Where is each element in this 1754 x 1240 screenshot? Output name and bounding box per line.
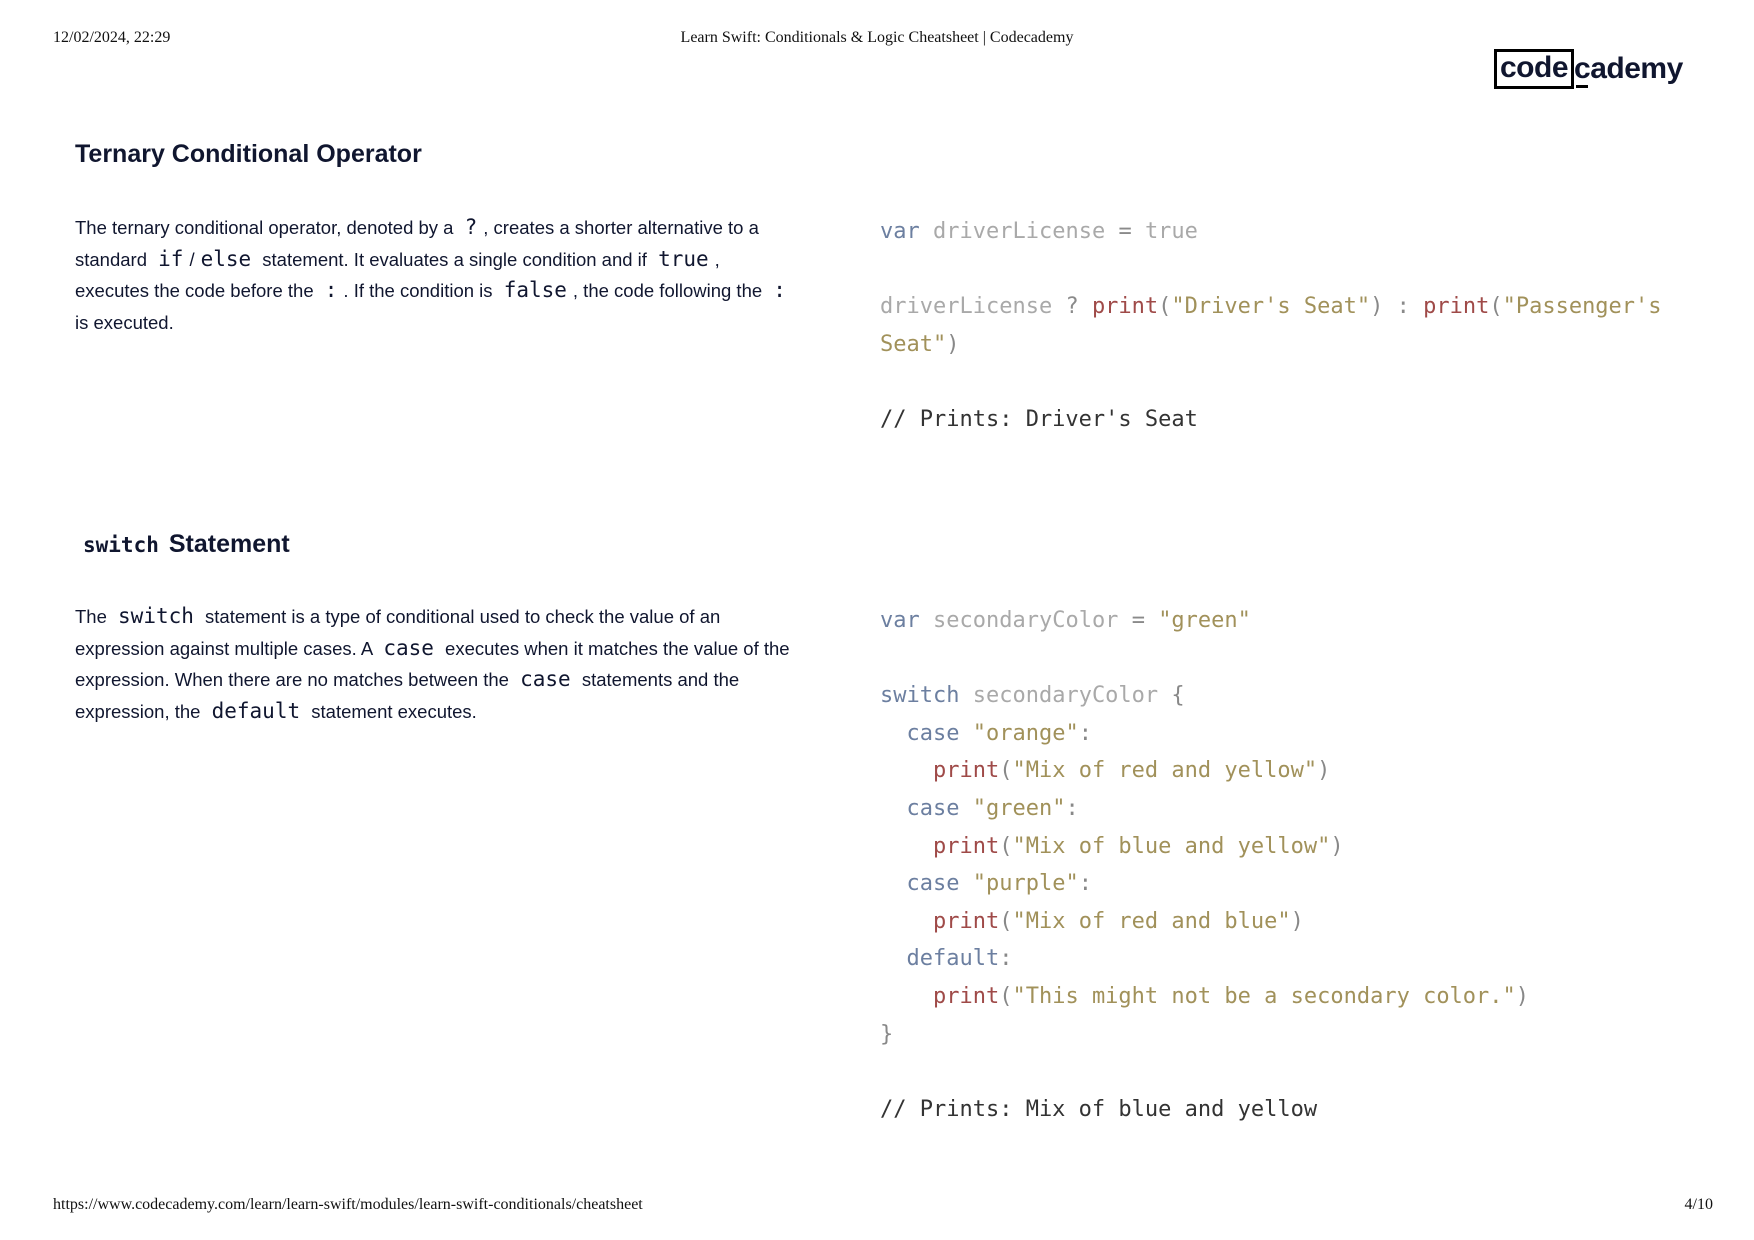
code-line: var driverLicense = true bbox=[880, 213, 1680, 251]
print-footer: https://www.codecademy.com/learn/learn-s… bbox=[0, 1196, 1754, 1220]
code-keyword: var bbox=[880, 608, 920, 633]
code-function: print bbox=[1423, 294, 1490, 320]
section-title-ternary: Ternary Conditional Operator bbox=[75, 140, 422, 168]
section-title-switch: switch Statement bbox=[75, 530, 290, 559]
code-string: Seat" bbox=[880, 331, 947, 357]
inline-code: case bbox=[383, 635, 434, 660]
code-string: "green" bbox=[1158, 608, 1251, 633]
desc-text: / bbox=[189, 248, 195, 270]
code-identifier: driverLicense bbox=[880, 294, 1053, 320]
desc-text: The ternary conditional operator, denote… bbox=[75, 217, 459, 238]
code-string: "Mix of red and yellow" bbox=[1012, 758, 1318, 784]
code-literal: true bbox=[1144, 219, 1198, 244]
code-operator: = bbox=[1118, 219, 1132, 244]
desc-text: is executed. bbox=[75, 311, 174, 333]
code-string: "orange" bbox=[972, 720, 1079, 746]
code-string: "green" bbox=[972, 795, 1066, 821]
inline-code: false bbox=[503, 278, 567, 302]
code-brace: } bbox=[880, 1021, 894, 1047]
print-page-number: 4/10 bbox=[1684, 1196, 1713, 1213]
code-keyword: var bbox=[880, 219, 920, 244]
code-identifier: driverLicense bbox=[933, 219, 1106, 244]
section-title-text: Statement bbox=[168, 530, 290, 558]
code-line: print("Mix of red and blue") bbox=[932, 908, 1304, 934]
code-function: print bbox=[932, 908, 1000, 934]
code-line: default: bbox=[906, 946, 1013, 972]
inline-code: case bbox=[520, 667, 571, 691]
code-keyword: case bbox=[906, 720, 960, 746]
inline-code: if bbox=[158, 246, 184, 271]
code-string: "Mix of red and blue" bbox=[1012, 908, 1291, 934]
print-page-title: Learn Swift: Conditionals & Logic Cheats… bbox=[680, 29, 1074, 46]
code-line: // Prints: Mix of blue and yellow bbox=[880, 1091, 1680, 1129]
code-keyword: default bbox=[906, 946, 1000, 972]
code-string: "This might not be a secondary color." bbox=[1012, 983, 1516, 1009]
logo-rest-text: cademy bbox=[1574, 52, 1683, 88]
code-keyword: switch bbox=[880, 683, 960, 709]
code-string: "purple" bbox=[972, 871, 1079, 897]
code-line: print("Mix of red and yellow") bbox=[932, 758, 1331, 784]
inline-code: : bbox=[773, 278, 786, 302]
code-function: print bbox=[932, 758, 1000, 784]
code-string: "Mix of blue and yellow" bbox=[1012, 833, 1331, 859]
code-line: print("This might not be a secondary col… bbox=[932, 983, 1530, 1009]
code-comment: // Prints: Driver's Seat bbox=[880, 406, 1198, 432]
inline-code: true bbox=[658, 246, 709, 271]
inline-code: ? bbox=[464, 215, 478, 239]
desc-text: . If the condition is bbox=[343, 280, 498, 301]
code-operator: ? bbox=[1065, 294, 1079, 320]
code-line: switch secondaryColor { bbox=[880, 677, 1680, 715]
code-block-ternary: var driverLicense = true driverLicense ?… bbox=[880, 213, 1680, 439]
desc-text: The bbox=[75, 606, 113, 627]
code-function: print bbox=[932, 983, 1000, 1009]
code-line: print("Mix of blue and yellow") bbox=[932, 833, 1344, 859]
section-desc-switch: The switch statement is a type of condit… bbox=[75, 601, 795, 727]
code-keyword: case bbox=[906, 795, 960, 821]
code-operator: : bbox=[1396, 294, 1410, 320]
inline-code: : bbox=[324, 278, 338, 302]
code-function: print bbox=[932, 833, 1000, 859]
code-identifier: secondaryColor bbox=[972, 683, 1159, 709]
print-header: 12/02/2024, 22:29 Learn Swift: Condition… bbox=[0, 29, 1754, 53]
code-line: driverLicense ? print("Driver's Seat") :… bbox=[880, 294, 1662, 320]
code-line: case "green": bbox=[906, 795, 1079, 821]
print-url: https://www.codecademy.com/learn/learn-s… bbox=[53, 1196, 643, 1213]
code-identifier: secondaryColor bbox=[933, 608, 1119, 633]
code-line: // Prints: Driver's Seat bbox=[880, 401, 1680, 439]
section-title-code: switch bbox=[83, 533, 159, 557]
code-string: "Passenger's bbox=[1502, 294, 1662, 320]
section-desc-ternary: The ternary conditional operator, denote… bbox=[75, 212, 795, 338]
code-block-switch: var secondaryColor = "green" switch seco… bbox=[880, 602, 1680, 1128]
code-string: "Driver's Seat" bbox=[1171, 294, 1371, 320]
desc-text: statement. It evaluates a single conditi… bbox=[257, 248, 653, 270]
code-keyword: case bbox=[906, 871, 960, 897]
codecademy-logo[interactable]: code cademy bbox=[1494, 49, 1683, 89]
logo-boxed-text: code bbox=[1494, 49, 1575, 89]
code-line: case "orange": bbox=[906, 720, 1092, 746]
code-function: print bbox=[1091, 294, 1159, 320]
inline-code: default bbox=[211, 698, 301, 723]
desc-text: statement executes. bbox=[306, 700, 477, 722]
code-line: case "purple": bbox=[906, 871, 1092, 897]
code-line: Seat") bbox=[880, 331, 960, 357]
code-brace: { bbox=[1171, 683, 1185, 709]
code-comment: // Prints: Mix of blue and yellow bbox=[880, 1096, 1318, 1122]
inline-code: else bbox=[200, 246, 252, 271]
inline-code: switch bbox=[118, 604, 194, 628]
code-line: var secondaryColor = "green" bbox=[880, 602, 1680, 640]
code-operator: = bbox=[1131, 608, 1145, 633]
desc-text: , the code following the bbox=[572, 280, 768, 301]
code-line: } bbox=[880, 1016, 1680, 1054]
